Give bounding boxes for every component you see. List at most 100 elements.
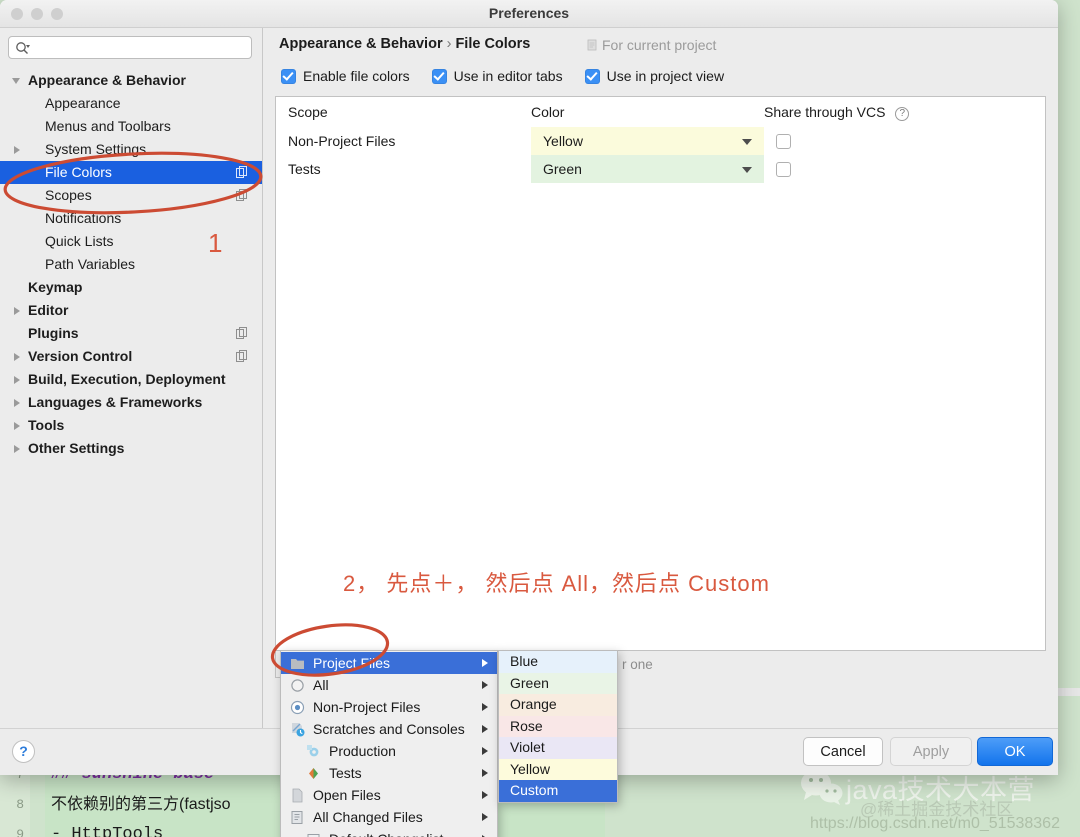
sidebar-item-appearance[interactable]: Appearance [0,92,262,115]
copy-icon[interactable] [236,189,248,202]
sidebar-item-keymap[interactable]: Keymap [0,276,262,299]
submenu-item-rose[interactable]: Rose [499,715,617,737]
copy-icon[interactable] [236,166,248,179]
menu-item-all[interactable]: All [281,674,497,696]
submenu-item-orange[interactable]: Orange [499,694,617,716]
sidebar-item-notifications[interactable]: Notifications [0,207,262,230]
submenu-item-label: Custom [510,782,559,798]
cell-scope: Non-Project Files [288,133,396,149]
menu-item-default-changelist[interactable]: Default Changelist [281,828,497,837]
chevron-right-icon[interactable] [14,146,20,154]
sidebar-item-menus-and-toolbars[interactable]: Menus and Toolbars [0,115,262,138]
checkbox-use-in-editor-tabs[interactable]: Use in editor tabs [431,68,563,84]
cell-scope: Tests [288,161,321,177]
submenu-item-green[interactable]: Green [499,672,617,694]
checkbox-icon[interactable] [584,68,600,84]
submenu-arrow-icon [482,681,488,689]
chevron-right-icon[interactable] [14,307,20,315]
settings-sidebar: Appearance & Behavior Appearance Menus and… [0,28,263,728]
column-header-scope: Scope [288,104,328,120]
breadcrumb-root[interactable]: Appearance & Behavior [279,36,443,52]
color-submenu[interactable]: Blue Green Orange Rose Violet Yellow Custom [498,650,618,803]
search-icon [16,42,30,54]
menu-item-open-files[interactable]: Open Files [281,784,497,806]
submenu-arrow-icon [482,747,488,755]
ok-button[interactable]: OK [977,737,1053,766]
screen-root: 7 8 9 ## sunshine-base 不依赖别的第三方(fastjso … [0,0,1080,837]
checkbox-icon[interactable] [281,68,296,84]
table-header-row: Scope Color Share through VCS ? [276,97,1045,127]
submenu-item-custom[interactable]: Custom [499,780,617,802]
sidebar-item-label: Quick Lists [45,233,114,249]
add-scope-menu[interactable]: Project Files All Non-Project Files Scratch… [280,650,498,837]
menu-item-non-project-files[interactable]: Non-Project Files [281,696,497,718]
submenu-item-blue[interactable]: Blue [499,651,617,673]
file-icon [292,788,303,803]
table-row[interactable]: Non-Project Files Yellow [276,127,1045,155]
chevron-right-icon[interactable] [14,353,20,361]
submenu-item-yellow[interactable]: Yellow [499,758,617,780]
for-current-project-text: For current project [602,37,717,53]
sidebar-item-label: Tools [28,417,65,433]
sidebar-item-label: Menus and Toolbars [45,118,171,134]
checkbox-use-in-project-view[interactable]: Use in project view [584,68,724,84]
color-dropdown[interactable]: Green [531,155,764,183]
copy-icon[interactable] [236,327,248,340]
annotation-step-1: 1 [208,228,223,258]
sidebar-item-path-variables[interactable]: Path Variables [0,253,262,276]
submenu-arrow-icon [482,725,488,733]
sidebar-item-system-settings[interactable]: System Settings [0,138,262,161]
sidebar-item-file-colors[interactable]: File Colors [0,161,262,184]
chevron-down-icon[interactable] [742,167,752,173]
sidebar-item-version-control[interactable]: Version Control [0,345,262,368]
chevron-right-icon[interactable] [14,422,20,430]
hint-text-partial: r one [622,657,653,672]
sidebar-item-other-settings[interactable]: Other Settings [0,437,262,460]
submenu-arrow-icon [482,659,488,667]
changed-files-icon [291,811,303,824]
chevron-right-icon[interactable] [14,445,20,453]
search-input[interactable] [35,37,247,58]
copy-icon[interactable] [236,350,248,363]
help-button[interactable]: ? [12,740,35,763]
window-title: Preferences [488,5,570,21]
menu-item-tests[interactable]: Tests [281,762,497,784]
checkbox-icon[interactable] [431,68,447,84]
sidebar-item-editor[interactable]: Editor [0,299,262,322]
cell-share-vcs[interactable] [764,133,1045,149]
sidebar-item-appearance-behavior[interactable]: Appearance & Behavior [0,69,262,92]
sidebar-item-languages-frameworks[interactable]: Languages & Frameworks [0,391,262,414]
menu-item-all-changed-files[interactable]: All Changed Files [281,806,497,828]
sidebar-item-scopes[interactable]: Scopes [0,184,262,207]
gear-icon [307,745,319,757]
sidebar-item-build-execution-deployment[interactable]: Build, Execution, Deployment [0,368,262,391]
menu-item-scratches-and-consoles[interactable]: Scratches and Consoles [281,718,497,740]
checkbox-enable-file-colors[interactable]: Enable file colors [281,68,410,84]
chevron-right-icon[interactable] [14,399,20,407]
share-vcs-checkbox[interactable] [776,161,791,177]
sidebar-item-label: Build, Execution, Deployment [28,371,226,387]
submenu-item-violet[interactable]: Violet [499,737,617,759]
sidebar-item-tools[interactable]: Tools [0,414,262,437]
sidebar-item-label: Appearance & Behavior [28,72,186,88]
apply-button[interactable]: Apply [890,737,972,766]
submenu-item-label: Violet [510,739,545,755]
sidebar-item-quick-lists[interactable]: Quick Lists [0,230,262,253]
menu-item-label: Tests [329,765,362,781]
color-dropdown[interactable]: Yellow [531,127,764,155]
submenu-item-label: Green [510,674,549,691]
settings-tree[interactable]: Appearance & Behavior Appearance Menus and… [0,65,262,460]
chevron-down-icon[interactable] [12,78,20,84]
chevron-down-icon[interactable] [742,139,752,145]
cancel-button[interactable]: Cancel [803,737,883,766]
sidebar-item-plugins[interactable]: Plugins [0,322,262,345]
menu-item-project-files[interactable]: Project Files [281,652,497,674]
help-icon[interactable]: ? [895,106,910,121]
menu-item-production[interactable]: Production [281,740,497,762]
chevron-right-icon[interactable] [14,376,20,384]
share-vcs-checkbox[interactable] [776,133,791,149]
search-box[interactable] [8,36,252,59]
cell-share-vcs[interactable] [764,161,1045,177]
table-row[interactable]: Tests Green [276,155,1045,183]
menu-item-label: Scratches and Consoles [313,721,465,737]
